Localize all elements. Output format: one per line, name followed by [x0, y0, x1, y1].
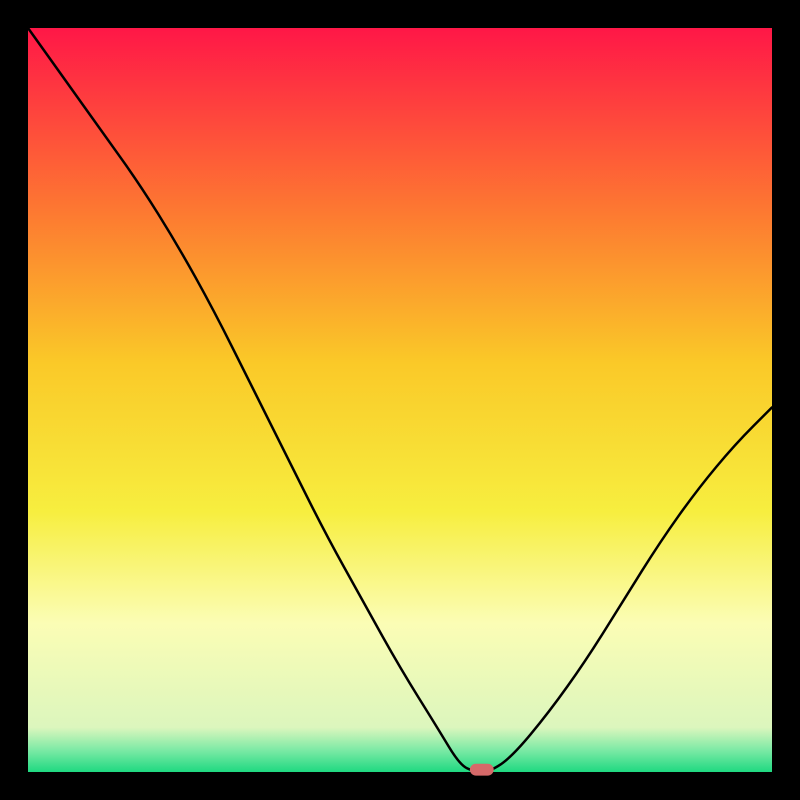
- plot-area: [28, 28, 772, 772]
- bottleneck-chart: [0, 0, 800, 800]
- optimum-marker: [470, 764, 494, 776]
